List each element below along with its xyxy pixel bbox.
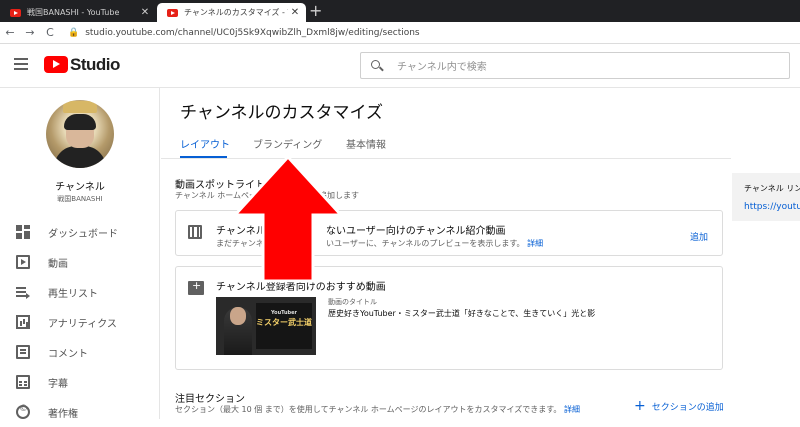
sidebar-item-label: 字幕 xyxy=(48,378,68,390)
youtube-logo-icon[interactable] xyxy=(44,56,68,73)
featured-sections-details-link[interactable]: 詳細 xyxy=(564,405,580,414)
sidebar-item-videos[interactable]: 動画 xyxy=(0,247,160,277)
browser-tab-channel[interactable]: 戦国BANASHI - YouTube ✕ xyxy=(0,3,156,22)
new-tab-button[interactable]: + xyxy=(309,1,322,20)
sidebar-item-label: アナリティクス xyxy=(48,318,117,330)
channel-link-panel: チャンネル リン https://youtub xyxy=(732,173,800,221)
studio-brand[interactable]: Studio xyxy=(70,55,120,75)
trailer-card-desc-right: いユーザーに、チャンネルのプレビューを表示します。 詳細 xyxy=(326,238,543,249)
address-bar: ← → C 🔒 studio.youtube.com/channel/UC0j5… xyxy=(0,22,800,44)
sidebar-item-copyright[interactable]: 著作権 xyxy=(0,397,160,427)
browser-tab-title: チャンネルのカスタマイズ - YouTube S xyxy=(184,8,288,17)
sidebar-nav: ダッシュボード 動画 再生リスト アナリティクス コメント 字幕 著作権 xyxy=(0,217,160,427)
channel-link-url[interactable]: https://youtub xyxy=(744,202,800,212)
close-tab-icon[interactable]: ✕ xyxy=(138,7,152,18)
url-field[interactable]: studio.youtube.com/channel/UC0j5Sk9Xqwib… xyxy=(85,28,419,38)
featured-sections-title: 注目セクション xyxy=(175,394,245,405)
add-section-button[interactable]: + セクションの追加 xyxy=(634,398,724,414)
tab-basic-info[interactable]: 基本情報 xyxy=(346,136,386,151)
studio-header: Studio チャンネル内で検索 xyxy=(0,44,800,88)
video-add-icon xyxy=(188,279,204,295)
film-icon xyxy=(188,225,202,239)
video-thumbnail[interactable]: YouTuber ミスター武士道 xyxy=(216,297,316,355)
browser-tab-customize[interactable]: チャンネルのカスタマイズ - YouTube S ✕ xyxy=(157,3,306,22)
video-title[interactable]: 歴史好きYouTuber・ミスター武士道「好きなことで、生きていく」光と影 xyxy=(328,308,595,319)
sidebar-item-label: 著作権 xyxy=(48,408,78,420)
plus-icon: + xyxy=(634,398,646,414)
page-title: チャンネルのカスタマイズ xyxy=(180,103,383,123)
crown-decoration xyxy=(63,101,97,113)
trailer-details-link[interactable]: 詳細 xyxy=(527,239,543,248)
channel-link-title: チャンネル リン xyxy=(744,184,800,193)
featured-sections-desc: セクション（最大 10 個 まで）を使用してチャンネル ホームページのレイアウト… xyxy=(175,404,580,415)
add-section-label: セクションの追加 xyxy=(651,402,724,413)
copyright-icon xyxy=(16,404,30,419)
sidebar-item-label: ダッシュボード xyxy=(48,228,118,240)
trailer-card-title-right: ないユーザー向けのチャンネル紹介動画 xyxy=(326,226,506,237)
search-icon xyxy=(371,59,383,72)
tab-branding[interactable]: ブランディング xyxy=(253,136,322,151)
sidebar-item-label: 再生リスト xyxy=(48,288,98,300)
red-arrow-annotation xyxy=(233,155,343,283)
sidebar-item-comments[interactable]: コメント xyxy=(0,337,160,367)
search-placeholder: チャンネル内で検索 xyxy=(397,62,487,73)
trailer-desc-text: いユーザーに、チャンネルのプレビューを表示します。 xyxy=(326,239,525,248)
thumbnail-face xyxy=(230,307,246,325)
sidebar: チャンネル 戦国BANASHI ダッシュボード 動画 再生リスト アナリティクス… xyxy=(0,88,160,420)
thumbnail-text-box: YouTuber ミスター武士道 xyxy=(256,303,312,349)
thumbnail-big-text: ミスター武士道 xyxy=(256,318,312,327)
video-title-label: 動画のタイトル xyxy=(328,298,377,306)
channel-title: チャンネル xyxy=(55,182,105,193)
sidebar-item-label: コメント xyxy=(48,348,88,360)
avatar-body xyxy=(54,146,106,168)
sidebar-item-playlists[interactable]: 再生リスト xyxy=(0,277,160,307)
tab-layout[interactable]: レイアウト xyxy=(180,136,230,151)
video-icon xyxy=(16,255,30,269)
back-arrow-icon[interactable]: ← xyxy=(0,26,20,39)
avatar-hair xyxy=(64,114,96,130)
active-tab-indicator xyxy=(180,156,227,158)
browser-tab-bar: 戦国BANASHI - YouTube ✕ チャンネルのカスタマイズ - You… xyxy=(0,0,800,22)
browser-tab-title: 戦国BANASHI - YouTube xyxy=(27,8,120,17)
close-tab-icon[interactable]: ✕ xyxy=(288,7,302,18)
sidebar-item-label: 動画 xyxy=(48,258,68,270)
sidebar-item-analytics[interactable]: アナリティクス xyxy=(0,307,160,337)
lock-icon[interactable]: 🔒 xyxy=(68,28,79,38)
youtube-favicon-icon xyxy=(167,8,178,17)
forward-arrow-icon[interactable]: → xyxy=(20,26,40,39)
comment-icon xyxy=(16,345,30,359)
search-input[interactable]: チャンネル内で検索 xyxy=(360,52,790,79)
trailer-add-button[interactable]: 追加 xyxy=(690,230,708,243)
analytics-icon xyxy=(16,315,30,329)
youtube-favicon-icon xyxy=(10,8,21,17)
hamburger-menu-icon[interactable] xyxy=(14,58,28,73)
thumbnail-small-text: YouTuber xyxy=(270,310,297,316)
featured-sections-desc-text: セクション（最大 10 個 まで）を使用してチャンネル ホームページのレイアウト… xyxy=(175,405,562,414)
dashboard-icon xyxy=(16,225,30,239)
channel-name: 戦国BANASHI xyxy=(57,195,103,203)
subtitles-icon xyxy=(16,375,30,389)
sidebar-item-dashboard[interactable]: ダッシュボード xyxy=(0,217,160,247)
sidebar-item-subtitles[interactable]: 字幕 xyxy=(0,367,160,397)
reload-icon[interactable]: C xyxy=(40,26,60,39)
playlist-icon xyxy=(16,285,30,299)
channel-avatar[interactable] xyxy=(46,100,114,168)
